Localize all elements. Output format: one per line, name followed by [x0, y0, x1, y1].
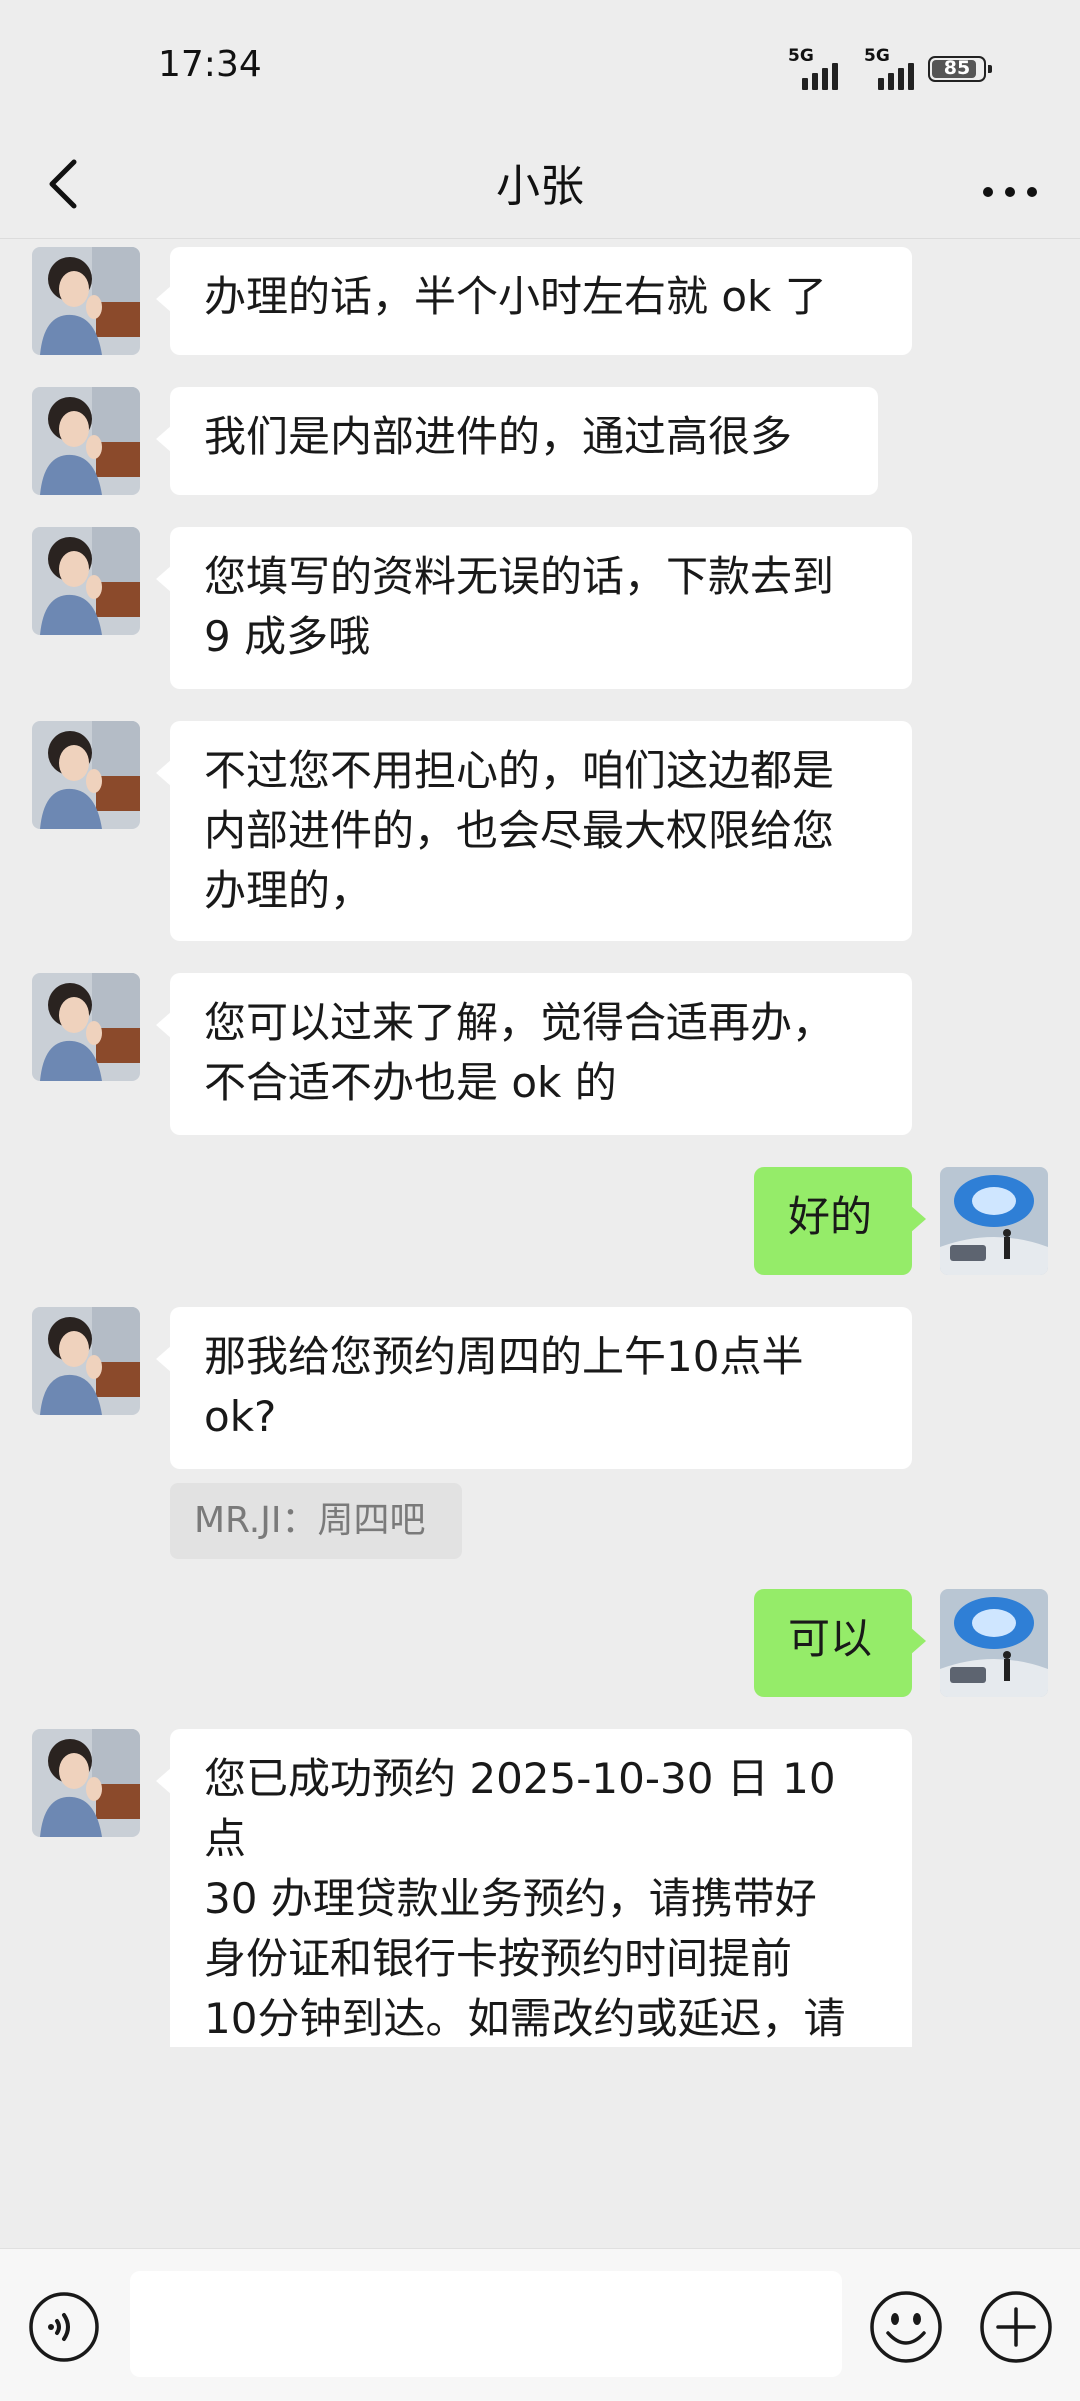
contact-avatar-image	[32, 387, 140, 495]
avatar-contact[interactable]	[32, 387, 140, 495]
avatar-contact[interactable]	[32, 973, 140, 1081]
message-bubble[interactable]: 您填写的资料无误的话，下款去到 9 成多哦	[156, 527, 912, 689]
avatar-contact[interactable]	[32, 721, 140, 829]
input-bar	[0, 2248, 1080, 2401]
avatar-contact[interactable]	[32, 527, 140, 635]
contact-avatar-image	[32, 247, 140, 355]
avatar-self[interactable]	[940, 1167, 1048, 1275]
emoji-icon	[870, 2291, 942, 2363]
contact-avatar-image	[32, 1729, 140, 1837]
more-dots-icon	[983, 187, 1037, 197]
avatar-self[interactable]	[940, 1589, 1048, 1697]
self-avatar-image	[940, 1589, 1048, 1697]
contact-avatar-image	[32, 1307, 140, 1415]
voice-icon	[29, 2292, 99, 2362]
chat-area[interactable]: 办理的话，半个小时左右就 ok 了 我们是内部进件的，通过高很多 您填写的资料无…	[0, 239, 1080, 2047]
avatar-contact[interactable]	[32, 247, 140, 355]
avatar-contact[interactable]	[32, 1307, 140, 1415]
status-bar: 17:34 5G 5G 85	[0, 0, 1080, 130]
message-bubble[interactable]: 您已成功预约 2025-10-30 日 10 点 30 办理贷款业务预约，请携带…	[156, 1729, 912, 2047]
battery-level: 85	[943, 57, 971, 79]
message-bubble[interactable]: 不过您不用担心的，咱们这边都是 内部进件的，也会尽最大权限给您 办理的，	[156, 721, 912, 941]
contact-avatar-image	[32, 973, 140, 1081]
message-bubble-self[interactable]: 可以	[754, 1589, 926, 1697]
avatar-contact[interactable]	[32, 1729, 140, 1837]
voice-button[interactable]	[28, 2291, 100, 2363]
contact-avatar-image	[32, 721, 140, 829]
contact-avatar-image	[32, 527, 140, 635]
self-avatar-image	[940, 1167, 1048, 1275]
chat-title: 小张	[496, 161, 584, 212]
battery-icon: 85	[928, 56, 992, 82]
signal-label: 5G	[864, 46, 890, 66]
message-bubble[interactable]: 办理的话，半个小时左右就 ok 了	[156, 247, 912, 355]
quoted-reply[interactable]: MR.JI：周四吧	[170, 1483, 462, 1559]
chat-header: 小张	[0, 130, 1080, 238]
message-bubble-self[interactable]: 好的	[754, 1167, 926, 1275]
more-button[interactable]	[962, 146, 1058, 222]
message-bubble[interactable]: 那我给您预约周四的上午10点半 ok?	[156, 1307, 912, 1469]
message-input[interactable]	[130, 2271, 842, 2377]
message-bubble[interactable]: 我们是内部进件的，通过高很多	[156, 387, 878, 495]
plus-icon	[980, 2291, 1052, 2363]
signal-label: 5G	[788, 46, 814, 66]
status-time: 17:34	[158, 44, 262, 85]
plus-button[interactable]	[978, 2289, 1054, 2365]
message-bubble[interactable]: 您可以过来了解，觉得合适再办， 不合适不办也是 ok 的	[156, 973, 912, 1135]
emoji-button[interactable]	[868, 2289, 944, 2365]
